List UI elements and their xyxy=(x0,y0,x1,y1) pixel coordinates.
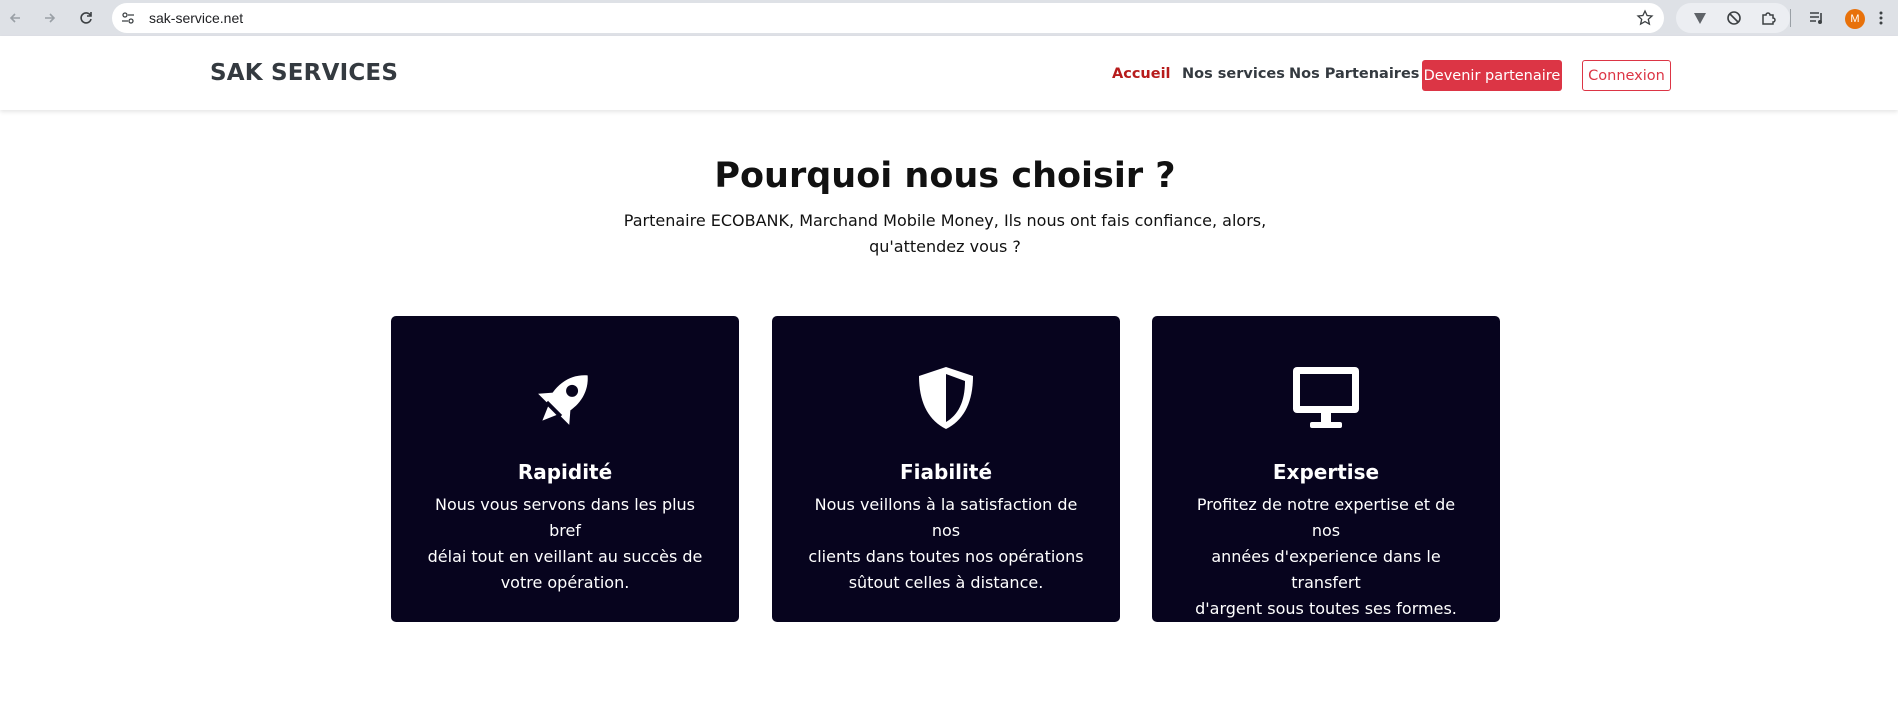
site-settings-icon[interactable] xyxy=(120,10,136,26)
login-button[interactable]: Connexion xyxy=(1582,60,1671,91)
become-partner-button[interactable]: Devenir partenaire xyxy=(1422,60,1562,91)
profile-avatar[interactable]: M xyxy=(1845,9,1865,29)
card-text-line: années d'experience dans le transfert xyxy=(1211,547,1441,592)
card-text-line: Nous vous servons dans les plus bref xyxy=(434,495,696,540)
more-menu-icon[interactable] xyxy=(1872,9,1890,27)
nav-link-services[interactable]: Nos services xyxy=(1182,66,1285,82)
card-description: Nous vous servons dans les plus bref dél… xyxy=(421,492,709,596)
card-text-line: sûtout celles à distance. xyxy=(848,573,1044,592)
bookmark-star-icon[interactable] xyxy=(1636,9,1654,27)
reload-icon xyxy=(80,12,92,24)
brand-logo[interactable]: SAK SERVICES xyxy=(210,60,398,86)
subtitle-line: qu'attendez vous ? xyxy=(869,237,1021,256)
puzzle-extensions-icon[interactable] xyxy=(1760,10,1776,26)
card-description: Nous veillons à la satisfaction de nos c… xyxy=(802,492,1090,596)
card-description: Profitez de notre expertise et de nos an… xyxy=(1182,492,1470,622)
address-bar[interactable]: sak-service.net xyxy=(112,3,1664,33)
feature-card-rapidite: Rapidité Nous vous servons dans les plus… xyxy=(391,316,739,622)
card-title: Rapidité xyxy=(517,460,613,484)
card-text-line: clients dans toutes nos opérations xyxy=(808,547,1084,566)
shield-icon xyxy=(919,367,973,429)
reload-button[interactable] xyxy=(74,6,98,30)
section-title: Pourquoi nous choisir ? xyxy=(714,156,1176,196)
toolbar-divider xyxy=(1790,9,1791,27)
url-text[interactable]: sak-service.net xyxy=(149,3,243,33)
back-button[interactable] xyxy=(3,6,27,30)
media-playlist-icon[interactable] xyxy=(1808,9,1826,27)
site-header: SAK SERVICES Accueil Nos services Nos Pa… xyxy=(0,36,1898,110)
card-text-line: Nous veillons à la satisfaction de nos xyxy=(814,495,1078,540)
browser-toolbar: sak-service.net M xyxy=(0,0,1898,36)
arrow-right-icon xyxy=(45,13,56,23)
card-title: Expertise xyxy=(1272,460,1380,484)
monitor-icon xyxy=(1293,367,1359,428)
feature-card-expertise: Expertise Profitez de notre expertise et… xyxy=(1152,316,1500,622)
card-text-line: votre opération. xyxy=(500,573,630,592)
card-text-line: d'argent sous toutes ses formes. xyxy=(1195,599,1457,618)
section-subtitle: Partenaire ECOBANK, Marchand Mobile Mone… xyxy=(620,208,1270,260)
arrow-left-icon xyxy=(9,13,20,23)
nav-link-partenaires[interactable]: Nos Partenaires xyxy=(1289,66,1419,82)
card-title: Fiabilité xyxy=(899,460,993,484)
vpn-extension-icon[interactable] xyxy=(1692,10,1708,26)
extensions-area xyxy=(1676,3,1790,33)
feature-card-fiabilite: Fiabilité Nous veillons à la satisfactio… xyxy=(772,316,1120,622)
card-text-line: délai tout en veillant au succès de xyxy=(427,547,703,566)
block-extension-icon[interactable] xyxy=(1726,10,1742,26)
rocket-icon xyxy=(538,375,588,425)
subtitle-line: Partenaire ECOBANK, Marchand Mobile Mone… xyxy=(623,211,1267,230)
nav-link-accueil[interactable]: Accueil xyxy=(1112,66,1171,82)
card-text-line: Profitez de notre expertise et de nos xyxy=(1196,495,1456,540)
forward-button[interactable] xyxy=(38,6,62,30)
